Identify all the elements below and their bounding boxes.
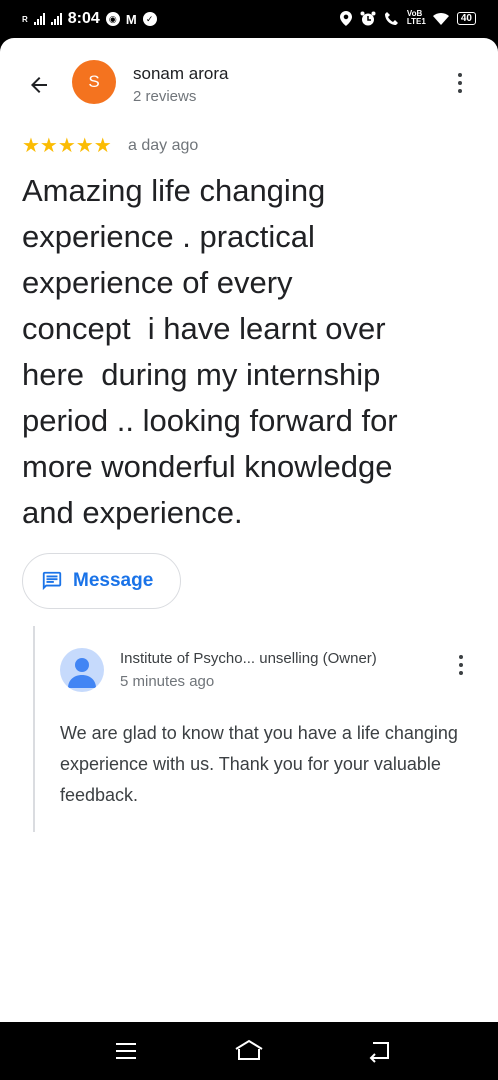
app-notification-icon: ◉ <box>105 12 120 26</box>
gmail-icon: M <box>125 11 137 27</box>
message-icon <box>42 571 62 591</box>
owner-avatar <box>60 648 104 692</box>
review-text: Amazing life changing experience . pract… <box>22 173 398 530</box>
status-right: VoB LTE1 40 <box>339 9 476 26</box>
menu-icon <box>116 1043 136 1059</box>
review-date: a day ago <box>128 137 199 154</box>
return-icon <box>369 1042 389 1063</box>
more-vert-icon <box>458 73 462 77</box>
alarm-icon <box>360 11 376 25</box>
carrier-mark: R <box>22 14 28 24</box>
signal-icon-2 <box>50 13 62 25</box>
more-options-button[interactable] <box>448 68 472 98</box>
owner-reply-time: 5 minutes ago <box>120 673 215 690</box>
call-icon <box>384 11 398 25</box>
person-icon <box>68 658 96 688</box>
location-icon <box>339 10 352 26</box>
review-sheet: S sonam arora 2 reviews ★★★★★ a day ago … <box>0 38 498 1022</box>
reply-more-options-button[interactable] <box>449 650 473 680</box>
nav-menu-button[interactable] <box>110 1035 142 1067</box>
home-icon <box>235 1039 263 1060</box>
message-button[interactable]: Message <box>22 553 181 609</box>
signal-icon <box>33 13 45 25</box>
status-bar: R 8:04 ◉ M ✓ VoB LTE1 40 <box>0 0 498 38</box>
owner-reply: Institute of Psycho... unselling (Owner)… <box>33 626 473 832</box>
message-button-label: Message <box>73 570 154 591</box>
arrow-left-icon <box>31 77 47 93</box>
more-vert-icon <box>459 655 463 659</box>
battery-icon: 40 <box>456 11 476 25</box>
volte-label: VoB LTE1 <box>406 9 426 26</box>
owner-reply-text: We are glad to know that you have a life… <box>60 723 458 805</box>
reviewer-avatar[interactable]: S <box>72 60 116 104</box>
star-rating: ★★★★★ <box>22 135 112 157</box>
nav-home-button[interactable] <box>233 1035 265 1067</box>
status-left: R 8:04 ◉ M ✓ <box>22 10 157 28</box>
check-icon: ✓ <box>142 12 157 26</box>
reviewer-review-count[interactable]: 2 reviews <box>133 88 196 105</box>
status-time: 8:04 <box>67 10 100 27</box>
back-button[interactable] <box>22 68 56 102</box>
wifi-icon <box>432 12 449 25</box>
nav-back-button[interactable] <box>363 1035 395 1067</box>
reviewer-name[interactable]: sonam arora <box>133 64 228 84</box>
navigation-bar <box>0 1022 498 1080</box>
owner-name: Institute of Psycho... unselling (Owner) <box>120 650 377 667</box>
